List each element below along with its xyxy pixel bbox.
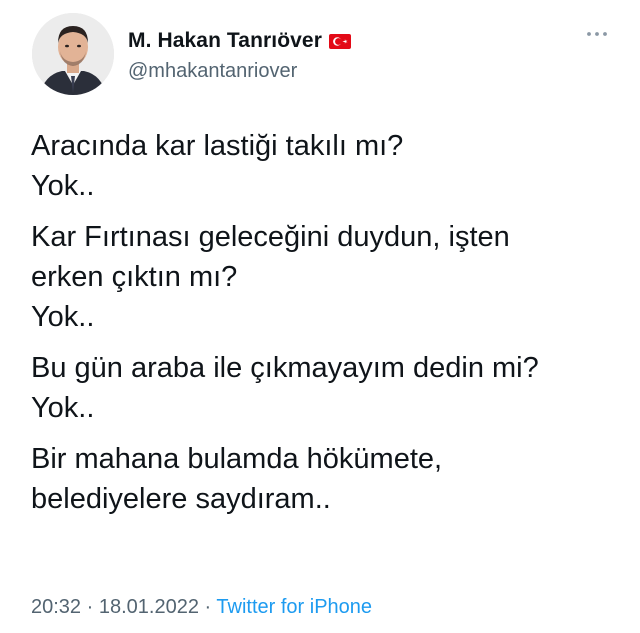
more-options-icon[interactable] [585,27,609,41]
tweet-paragraph: Aracında kar lastiği takılı mı? Yok.. [31,126,611,206]
tweet-line: Yok.. [31,301,95,333]
avatar[interactable] [32,13,114,95]
tweet-line: erken çıktın mı? [31,261,238,293]
tweet-date[interactable]: 18.01.2022 [99,596,199,618]
tweet-metadata: 20:32 · 18.01.2022 · Twitter for iPhone [31,596,372,619]
tweet-source-link[interactable]: Twitter for iPhone [216,596,372,618]
tweet-time[interactable]: 20:32 [31,596,81,618]
avatar-photo-icon [32,13,114,95]
tweet-line: belediyelere saydıram.. [31,483,331,515]
meta-separator: · [204,596,212,618]
tweet-paragraph: Bu gün araba ile çıkmayayım dedin mi? Yo… [31,348,611,428]
handle[interactable]: @mhakantanriover [128,60,351,83]
meta-separator: · [86,596,94,618]
tweet-line: Kar Fırtınası geleceğini duydun, işten [31,221,510,253]
tweet-paragraph: Kar Fırtınası geleceğini duydun, işten e… [31,217,611,337]
tweet-line: Yok.. [31,392,95,424]
tweet-card: M. Hakan Tanrıöver @mhakantanriover Arac… [0,0,640,633]
tweet-line: Bir mahana bulamda hökümete, [31,443,443,475]
tweet-text: Aracında kar lastiği takılı mı? Yok.. Ka… [31,126,611,530]
tweet-paragraph: Bir mahana bulamda hökümete, belediyeler… [31,439,611,519]
tweet-line: Aracında kar lastiği takılı mı? [31,130,404,162]
author-block: M. Hakan Tanrıöver @mhakantanriover [128,26,351,83]
turkey-flag-icon [328,33,351,49]
tweet-line: Bu gün araba ile çıkmayayım dedin mi? [31,352,539,384]
tweet-line: Yok.. [31,170,95,202]
display-name[interactable]: M. Hakan Tanrıöver [128,29,322,53]
name-row: M. Hakan Tanrıöver [128,26,351,56]
